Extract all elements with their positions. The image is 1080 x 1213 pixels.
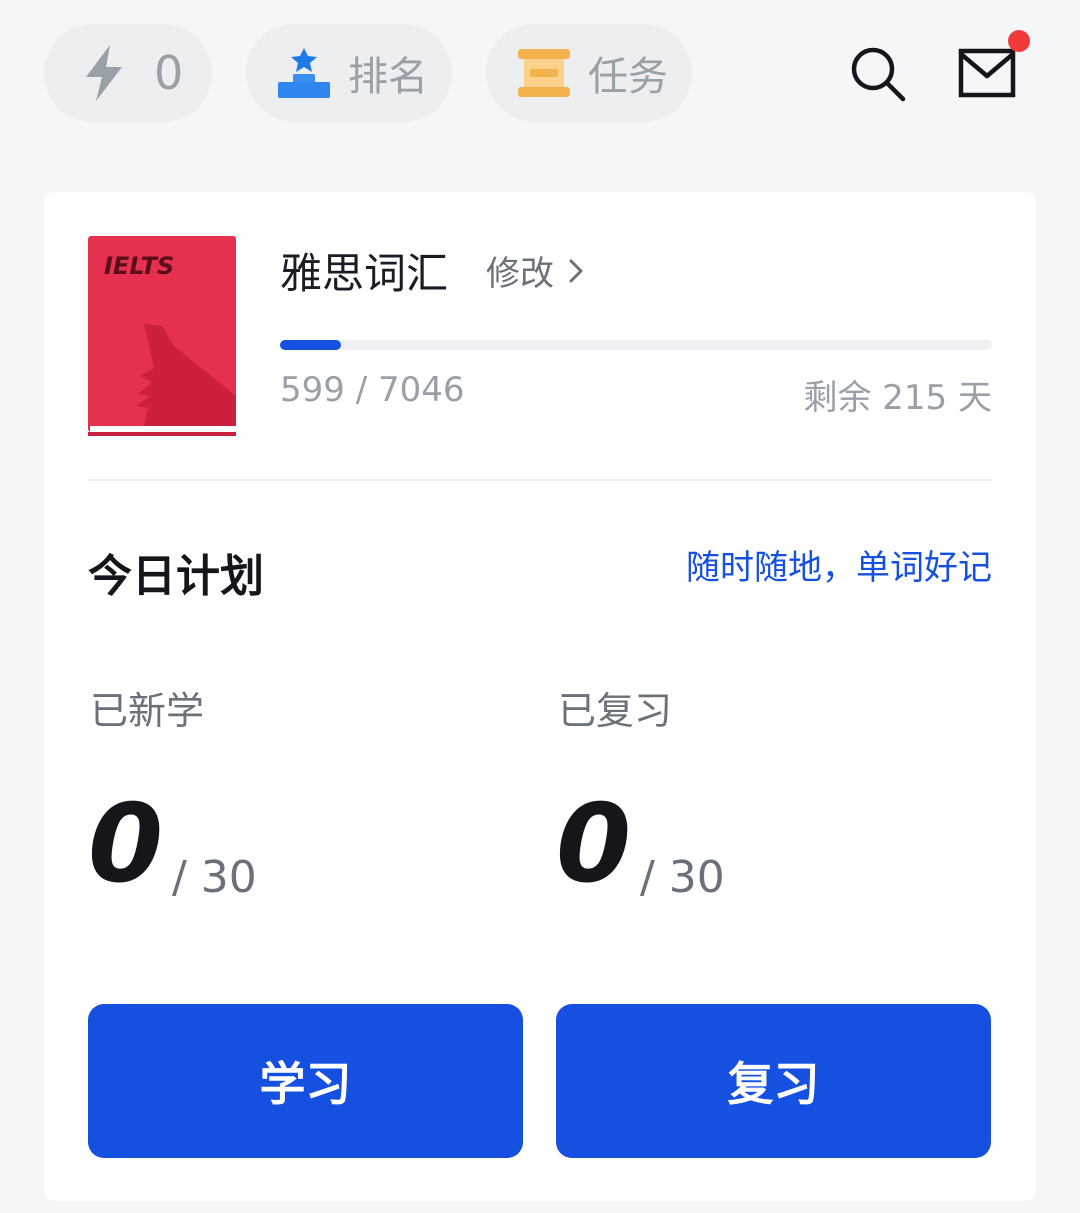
reviewed-count: 0 xyxy=(556,782,632,907)
lightning-icon xyxy=(74,43,134,103)
new-learned-count: 0 xyxy=(88,782,164,907)
rank-label: 排名 xyxy=(348,54,428,100)
plan-slogan[interactable]: 随时随地，单词好记 xyxy=(686,540,992,589)
new-learned-total: / 30 xyxy=(172,852,257,903)
rank-pill[interactable]: 排名 xyxy=(246,24,452,122)
scroll-icon xyxy=(514,43,574,103)
reviewed-label: 已复习 xyxy=(558,689,673,733)
study-button[interactable]: 学习 xyxy=(88,1004,523,1158)
mail-icon xyxy=(958,48,1016,102)
edit-book-link[interactable]: 修改 xyxy=(486,246,584,295)
task-pill[interactable]: 任务 xyxy=(486,24,692,122)
progress-fill xyxy=(280,340,341,350)
chevron-right-icon xyxy=(568,257,584,285)
search-icon xyxy=(847,43,907,107)
progress-text: 599 / 7046 xyxy=(280,370,465,410)
divider xyxy=(88,479,992,481)
notification-dot xyxy=(1008,30,1030,52)
energy-value: 0 xyxy=(154,46,184,100)
search-button[interactable] xyxy=(842,40,912,110)
book-cover-text: IELTS xyxy=(104,252,174,280)
progress-bar xyxy=(280,340,992,350)
remaining-days: 剩余 215 天 xyxy=(803,378,992,418)
study-card: IELTS 雅思词汇 修改 599 / 7046 剩余 215 天 今日计划 随… xyxy=(44,192,1036,1201)
review-button[interactable]: 复习 xyxy=(556,1004,991,1158)
plan-title: 今日计划 xyxy=(88,551,264,602)
edit-label: 修改 xyxy=(486,254,554,294)
book-cover[interactable]: IELTS xyxy=(88,236,238,436)
mail-button[interactable] xyxy=(952,40,1022,110)
reviewed-total: / 30 xyxy=(640,852,725,903)
energy-pill[interactable]: 0 xyxy=(44,24,212,122)
podium-star-icon xyxy=(274,43,334,103)
book-title: 雅思词汇 xyxy=(280,249,449,298)
task-label: 任务 xyxy=(588,54,668,100)
new-learned-label: 已新学 xyxy=(90,689,205,733)
